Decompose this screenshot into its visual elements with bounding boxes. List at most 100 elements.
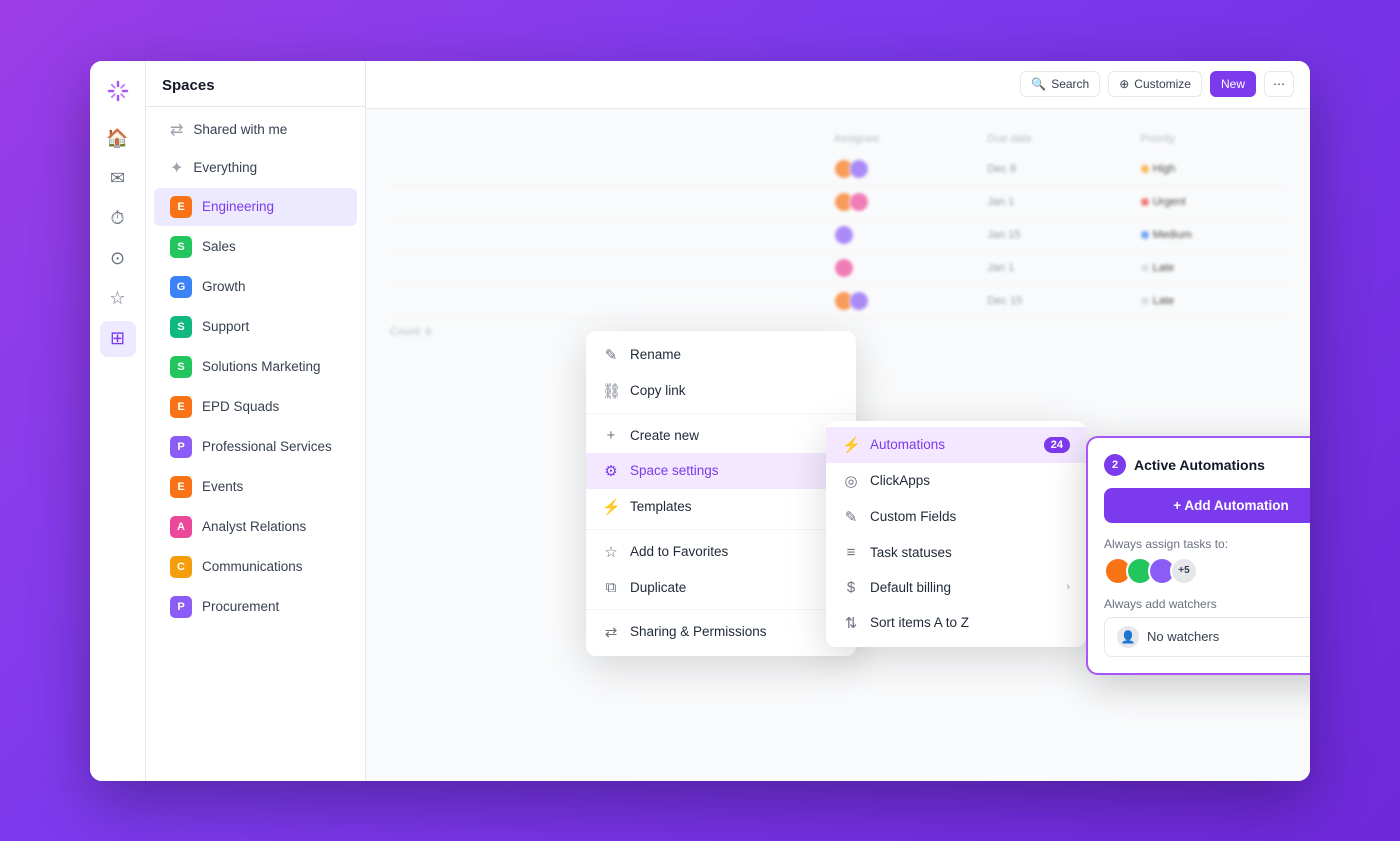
sidebar-item-communications[interactable]: C Communications (154, 548, 357, 586)
sidebar-item-label: Solutions Marketing (202, 359, 321, 374)
watcher-section: Always add watchers 👤 No watchers (1104, 597, 1310, 657)
app-window: 🏠 ✉ ⏱ ⊙ ☆ ⊞ Spaces ⇄ Shared with me ✦ Ev… (90, 61, 1310, 781)
link-icon: ⛓ (602, 382, 620, 400)
panel-title: Active Automations (1134, 457, 1265, 473)
nav-inbox[interactable]: ✉ (100, 161, 136, 197)
submenu-task-statuses[interactable]: ≡ Task statuses (826, 535, 1086, 570)
menu-create-label: Create new (630, 428, 699, 443)
sidebar-divider (146, 106, 365, 107)
procurement-badge: P (170, 596, 192, 618)
assign-label: Always assign tasks to: (1104, 537, 1310, 551)
sidebar-item-analyst[interactable]: A Analyst Relations (154, 508, 357, 546)
sidebar-item-label: EPD Squads (202, 399, 279, 414)
everything-icon: ✦ (170, 158, 183, 178)
events-badge: E (170, 476, 192, 498)
menu-rename[interactable]: ✎ Rename (586, 337, 856, 373)
automations-icon: ⚡ (842, 436, 860, 454)
submenu-billing[interactable]: $ Default billing › (826, 570, 1086, 605)
sidebar-title: Spaces (146, 61, 365, 102)
menu-divider (586, 413, 856, 414)
sharing-icon: ⇄ (602, 623, 620, 641)
add-automation-button[interactable]: + Add Automation (1104, 488, 1310, 523)
sidebar-item-professional[interactable]: P Professional Services (154, 428, 357, 466)
submenu-automations[interactable]: ⚡ Automations 24 (826, 427, 1086, 463)
sidebar-item-everything[interactable]: ✦ Everything (154, 150, 357, 186)
sidebar-item-label: Events (202, 479, 243, 494)
communications-badge: C (170, 556, 192, 578)
shared-icon: ⇄ (170, 120, 183, 140)
no-watchers-button[interactable]: 👤 No watchers (1104, 617, 1310, 657)
menu-sharing-label: Sharing & Permissions (630, 624, 767, 639)
sidebar-item-sales[interactable]: S Sales (154, 228, 357, 266)
submenu-custom-fields[interactable]: ✎ Custom Fields (826, 499, 1086, 535)
no-watchers-label: No watchers (1147, 629, 1219, 644)
menu-rename-label: Rename (630, 347, 681, 362)
watcher-icon: 👤 (1117, 626, 1139, 648)
sidebar-item-label: Sales (202, 239, 236, 254)
sidebar-item-engineering[interactable]: E Engineering (154, 188, 357, 226)
sidebar-item-label: Communications (202, 559, 303, 574)
sidebar-item-label: Analyst Relations (202, 519, 306, 534)
sidebar-item-shared[interactable]: ⇄ Shared with me (154, 112, 357, 148)
app-logo (100, 73, 136, 109)
engineering-badge: E (170, 196, 192, 218)
sort-icon: ⇅ (842, 614, 860, 632)
automation-panel: 2 Active Automations + Add Automation Al… (1086, 436, 1310, 675)
nav-favorites[interactable]: ☆ (100, 281, 136, 317)
sidebar-item-label: Support (202, 319, 249, 334)
templates-icon: ⚡ (602, 498, 620, 516)
sidebar-item-growth[interactable]: G Growth (154, 268, 357, 306)
submenu-sort[interactable]: ⇅ Sort items A to Z (826, 605, 1086, 641)
sidebar-item-label: Engineering (202, 199, 274, 214)
sidebar-item-label: Everything (193, 160, 257, 175)
rename-icon: ✎ (602, 346, 620, 364)
submenu-clickapps[interactable]: ◎ ClickApps (826, 463, 1086, 499)
submenu-clickapps-label: ClickApps (870, 473, 930, 488)
fields-icon: ✎ (842, 508, 860, 526)
menu-templates-label: Templates (630, 499, 692, 514)
main-content: 🔍 Search ⊕ Customize New ⋯ Assigne (366, 61, 1310, 781)
menu-create-new[interactable]: + Create new › (586, 418, 856, 453)
submenu-automations-label: Automations (870, 437, 945, 452)
menu-copy-link[interactable]: ⛓ Copy link (586, 373, 856, 409)
sidebar-item-solutions[interactable]: S Solutions Marketing (154, 348, 357, 386)
sidebar-item-procurement[interactable]: P Procurement (154, 588, 357, 626)
billing-icon: $ (842, 579, 860, 596)
analyst-badge: A (170, 516, 192, 538)
sales-badge: S (170, 236, 192, 258)
submenu-sort-label: Sort items A to Z (870, 615, 969, 630)
chevron-right-icon: › (1066, 581, 1070, 593)
menu-sharing[interactable]: ⇄ Sharing & Permissions (586, 614, 856, 650)
add-automation-label: + Add Automation (1173, 498, 1289, 513)
settings-icon: ⚙ (602, 462, 620, 480)
nav-home[interactable]: 🏠 (100, 121, 136, 157)
menu-duplicate[interactable]: ⧉ Duplicate (586, 570, 856, 605)
menu-space-settings[interactable]: ⚙ Space settings › (586, 453, 856, 489)
nav-goals[interactable]: ⏱ (100, 201, 136, 237)
submenu: ⚡ Automations 24 ◎ ClickApps ✎ Custom Fi… (826, 421, 1086, 647)
submenu-billing-label: Default billing (870, 580, 951, 595)
assign-section: Always assign tasks to: +5 (1104, 537, 1310, 585)
menu-divider (586, 529, 856, 530)
nav-spaces[interactable]: ⊞ (100, 321, 136, 357)
sidebar-item-support[interactable]: S Support (154, 308, 357, 346)
menu-duplicate-label: Duplicate (630, 580, 686, 595)
menu-add-favorites[interactable]: ☆ Add to Favorites (586, 534, 856, 570)
active-count: 2 (1104, 454, 1126, 476)
plus-icon: + (602, 427, 620, 444)
sidebar-item-events[interactable]: E Events (154, 468, 357, 506)
watcher-label: Always add watchers (1104, 597, 1310, 611)
sidebar-item-label: Growth (202, 279, 246, 294)
nav-chat[interactable]: ⊙ (100, 241, 136, 277)
growth-badge: G (170, 276, 192, 298)
sidebar-item-label: Shared with me (193, 122, 287, 137)
statuses-icon: ≡ (842, 544, 860, 561)
menu-templates[interactable]: ⚡ Templates › (586, 489, 856, 525)
sidebar-item-epd[interactable]: E EPD Squads (154, 388, 357, 426)
menu-overlay: ✎ Rename ⛓ Copy link + Create new › ⚙ (366, 61, 1310, 781)
solutions-badge: S (170, 356, 192, 378)
star-icon: ☆ (602, 543, 620, 561)
automations-badge: 24 (1044, 437, 1070, 453)
assignee-more: +5 (1170, 557, 1198, 585)
menu-favorites-label: Add to Favorites (630, 544, 728, 559)
